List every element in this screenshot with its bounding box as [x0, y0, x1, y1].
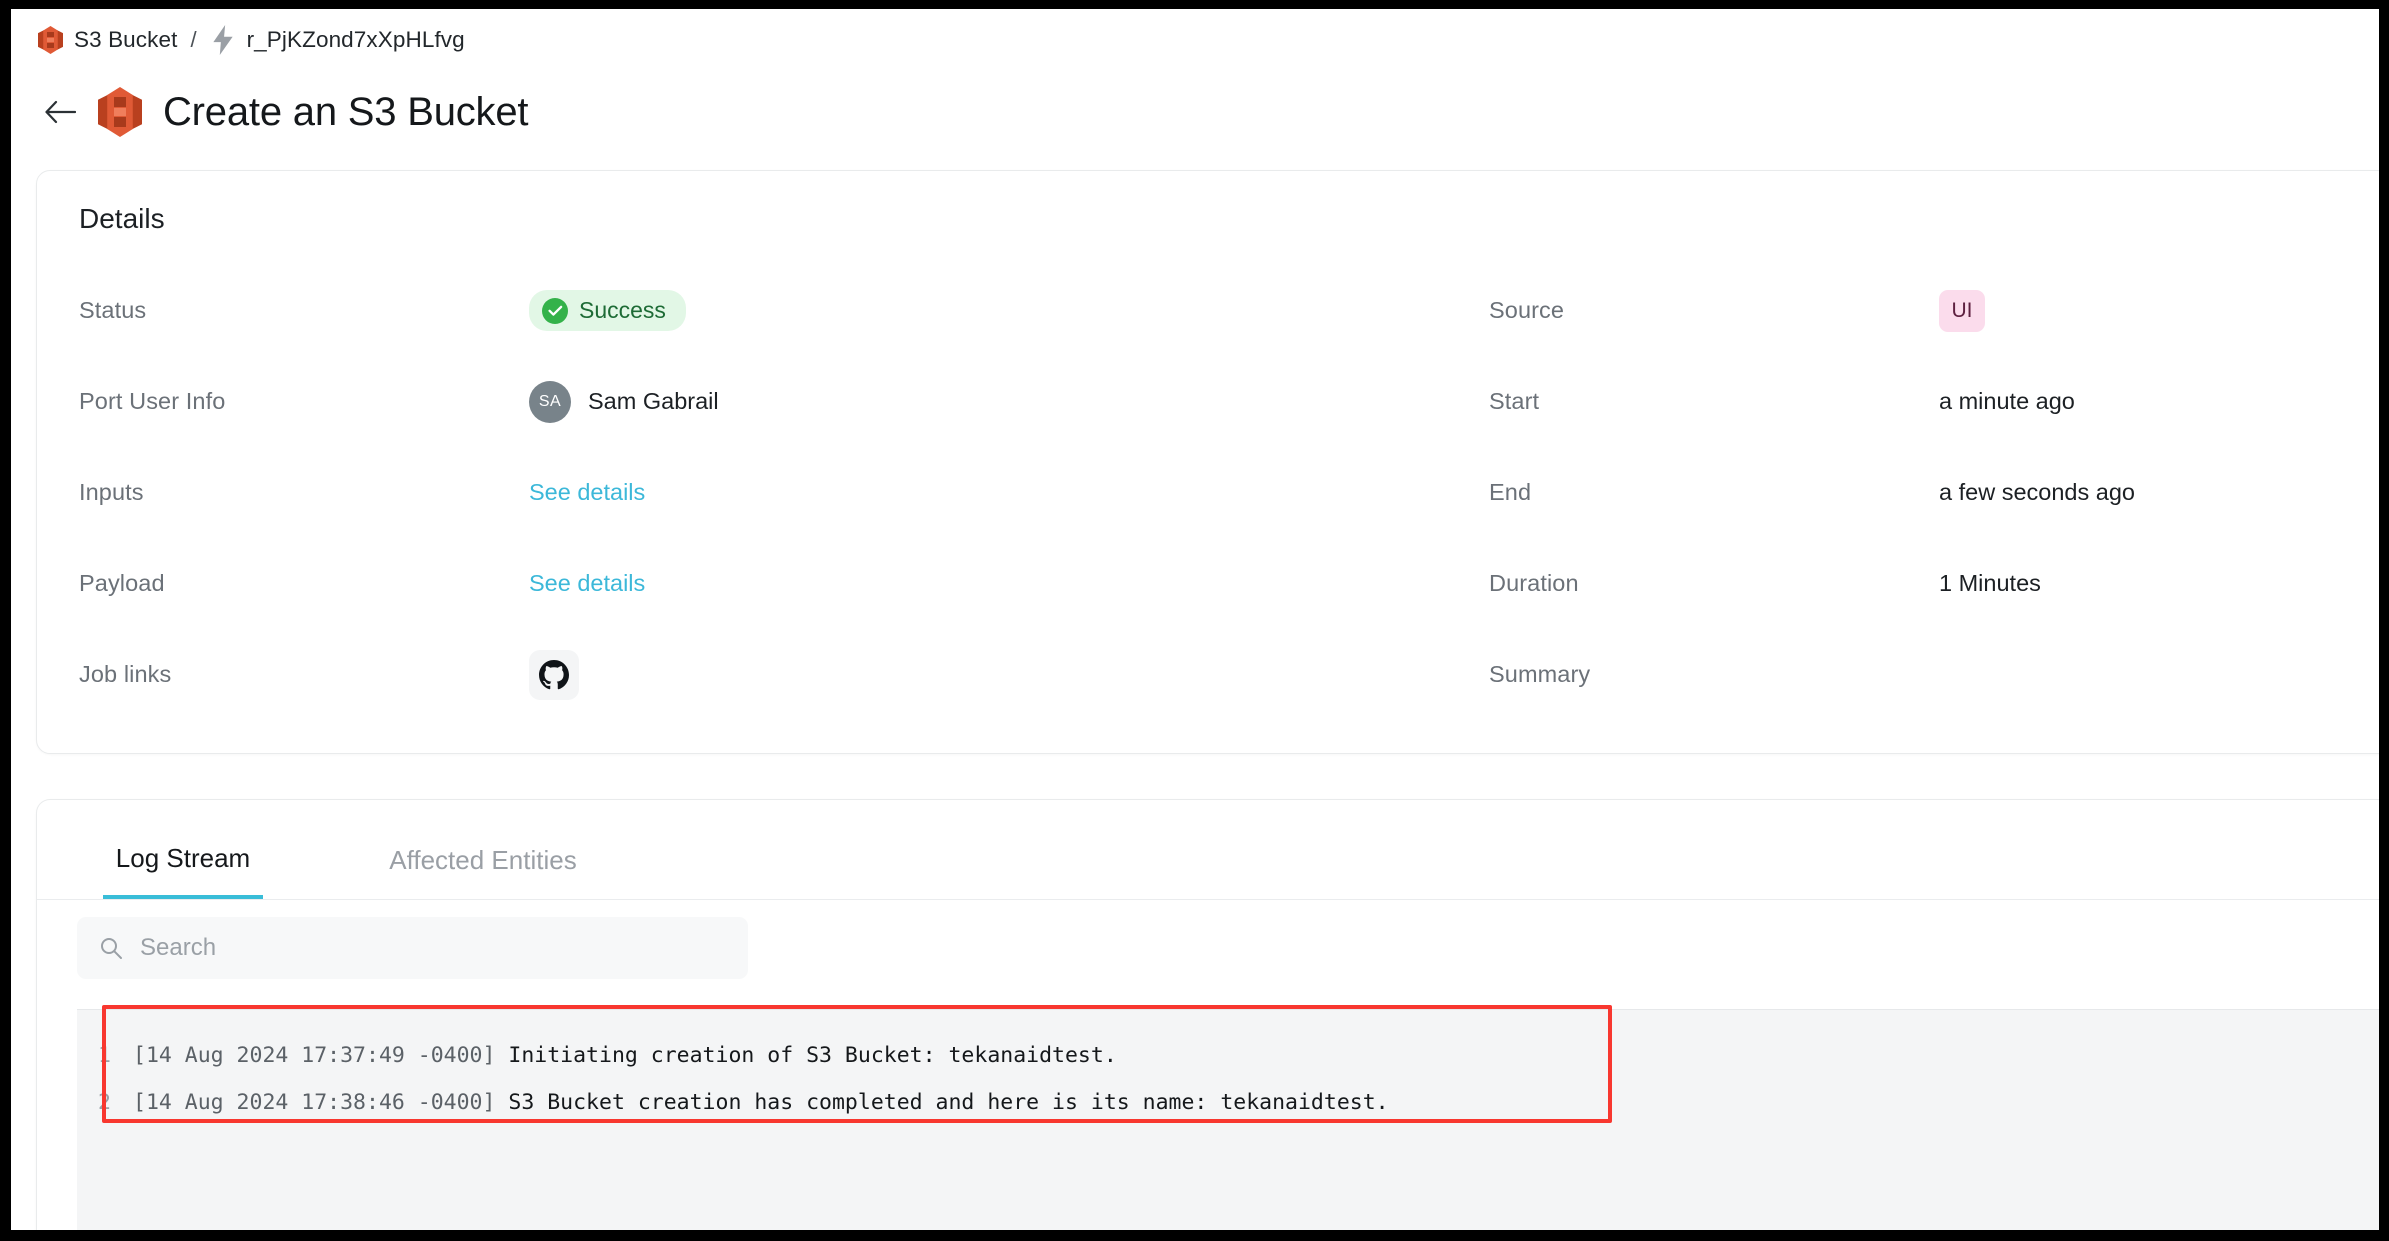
- inputs-see-details-link[interactable]: See details: [529, 479, 645, 506]
- lightning-bolt-icon: [212, 25, 233, 55]
- detail-label-duration: Duration: [1489, 570, 1579, 596]
- detail-label-start: Start: [1489, 388, 1540, 414]
- page-title-s3-icon: [98, 87, 142, 137]
- status-badge-label: Success: [579, 297, 666, 323]
- detail-row-source: Source UI: [1489, 265, 2370, 356]
- page-header: Create an S3 Bucket: [11, 71, 529, 153]
- log-line: 2 [14 Aug 2024 17:38:46 -0400] S3 Bucket…: [77, 1079, 2379, 1126]
- log-message: [495, 1043, 508, 1068]
- detail-row-end: End a few seconds ago: [1489, 447, 2370, 538]
- back-arrow-icon[interactable]: [43, 95, 77, 129]
- log-stream-panel: 1 [14 Aug 2024 17:37:49 -0400] Initiatin…: [77, 1009, 2379, 1230]
- breadcrumb-item-s3-bucket[interactable]: S3 Bucket: [38, 26, 177, 54]
- log-timestamp: [14 Aug 2024 17:37:49 -0400]: [133, 1043, 496, 1068]
- app-viewport: S3 Bucket / r_PjKZond7xXpHLfvg Create an…: [11, 9, 2379, 1230]
- search-input[interactable]: Search: [77, 917, 748, 979]
- detail-value-job-links: [529, 649, 579, 700]
- detail-label-summary: Summary: [1489, 661, 1591, 687]
- breadcrumb: S3 Bucket / r_PjKZond7xXpHLfvg: [38, 19, 465, 61]
- breadcrumb-label-blueprint: S3 Bucket: [74, 27, 178, 52]
- log-message-text: Initiating creation of S3 Bucket: tekana…: [508, 1043, 1117, 1068]
- check-circle-icon: [542, 297, 568, 324]
- detail-label-port-user-info: Port User Info: [79, 388, 226, 414]
- screenshot-frame: S3 Bucket / r_PjKZond7xXpHLfvg Create an…: [0, 0, 2389, 1241]
- detail-label-end: End: [1489, 479, 1532, 505]
- detail-row-duration: Duration 1 Minutes: [1489, 538, 2370, 629]
- s3-bucket-icon: [38, 26, 63, 54]
- breadcrumb-label-run-id: r_PjKZond7xXpHLfvg: [246, 27, 465, 52]
- tab-log-stream[interactable]: Log Stream: [103, 821, 263, 899]
- log-lines: 1 [14 Aug 2024 17:37:49 -0400] Initiatin…: [77, 1032, 2379, 1126]
- breadcrumb-separator: /: [190, 27, 197, 52]
- log-line-number: 1: [98, 1043, 111, 1068]
- detail-row-payload: Payload See details: [79, 538, 1489, 629]
- detail-value-duration: 1 Minutes: [1939, 570, 2041, 596]
- payload-see-details-link[interactable]: See details: [529, 570, 645, 597]
- details-card: Details Status Success Port User Info SA…: [36, 170, 2379, 754]
- source-badge: UI: [1939, 289, 1985, 332]
- log-message: [495, 1090, 508, 1115]
- detail-row-job-links: Job links: [79, 629, 1489, 720]
- details-left-column: Status Success Port User Info SA Sam Gab…: [79, 265, 1489, 720]
- log-message-text: S3 Bucket creation has completed and her…: [508, 1090, 1389, 1115]
- detail-label-status: Status: [79, 297, 147, 323]
- tab-affected-entities[interactable]: Affected Entities: [367, 821, 599, 899]
- detail-value-source: UI: [1939, 289, 1985, 332]
- avatar: SA: [529, 380, 571, 423]
- detail-label-job-links: Job links: [79, 661, 172, 687]
- tab-bar: Log Stream Affected Entities: [37, 822, 2379, 900]
- detail-label-payload: Payload: [79, 570, 165, 596]
- detail-row-start: Start a minute ago: [1489, 356, 2370, 447]
- detail-label-source: Source: [1489, 297, 1565, 323]
- details-section-title: Details: [79, 203, 165, 234]
- status-badge: Success: [529, 290, 686, 331]
- search-placeholder: Search: [140, 934, 217, 961]
- github-icon[interactable]: [529, 649, 579, 700]
- user-name: Sam Gabrail: [588, 388, 719, 414]
- detail-row-port-user-info: Port User Info SA Sam Gabrail: [79, 356, 1489, 447]
- detail-value-port-user-info: SA Sam Gabrail: [529, 380, 719, 423]
- log-line-number: 2: [98, 1090, 111, 1115]
- details-right-column: Source UI Start a minute ago End a few s…: [1489, 265, 2370, 720]
- log-timestamp: [14 Aug 2024 17:38:46 -0400]: [133, 1090, 496, 1115]
- detail-value-end: a few seconds ago: [1939, 479, 2135, 505]
- detail-row-summary: Summary: [1489, 629, 2370, 720]
- search-icon: [101, 938, 122, 959]
- page-title: Create an S3 Bucket: [163, 89, 529, 134]
- detail-value-status: Success: [529, 290, 686, 331]
- detail-value-start: a minute ago: [1939, 388, 2075, 414]
- log-line: 1 [14 Aug 2024 17:37:49 -0400] Initiatin…: [77, 1032, 2379, 1079]
- detail-row-inputs: Inputs See details: [79, 447, 1489, 538]
- detail-row-status: Status Success: [79, 265, 1489, 356]
- breadcrumb-item-run-id[interactable]: r_PjKZond7xXpHLfvg: [210, 25, 465, 55]
- detail-label-inputs: Inputs: [79, 479, 144, 505]
